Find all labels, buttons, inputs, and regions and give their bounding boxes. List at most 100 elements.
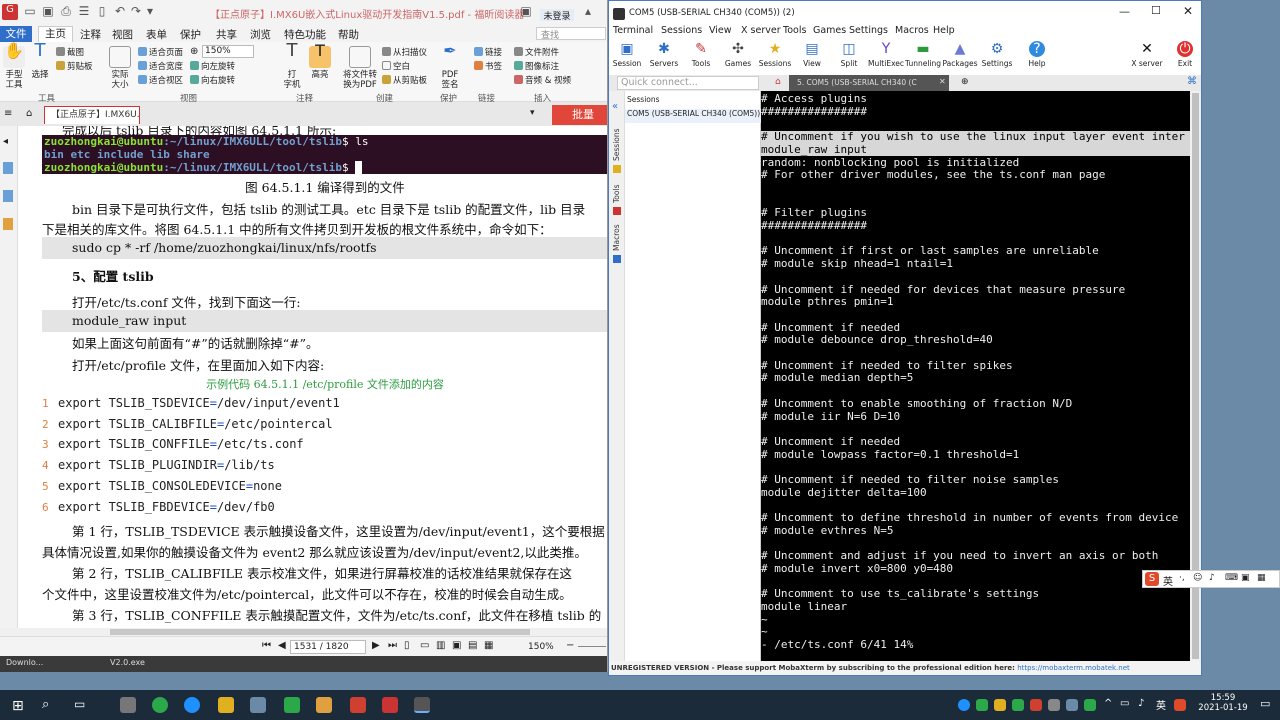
toolbox-icon[interactable]: ▦ [1257, 573, 1266, 583]
attachments-panel-icon[interactable] [3, 218, 13, 230]
next-page-icon[interactable]: ▶ [372, 640, 380, 651]
keyboard-icon[interactable]: ⌨ [1225, 573, 1238, 583]
sogou-icon[interactable]: S [1145, 572, 1159, 586]
volume-icon[interactable]: ♪ [1138, 698, 1144, 709]
app-icon[interactable] [316, 697, 332, 713]
fit-width-button[interactable]: 适合宽度 [138, 60, 183, 72]
first-page-icon[interactable]: ⏮ [262, 640, 271, 651]
undo-icon[interactable]: ↶ [112, 4, 128, 20]
image-annot-button[interactable]: 图像标注 [514, 60, 559, 72]
app-icon[interactable] [250, 697, 266, 713]
menu-macros[interactable]: Macros [895, 25, 929, 36]
facing-icon[interactable]: ▣ [452, 640, 461, 651]
account-icon[interactable]: ▣ [518, 4, 534, 20]
menu-view[interactable]: 视图 [112, 27, 133, 42]
tool-split[interactable]: ◫ Split [831, 41, 867, 68]
pages-panel-icon[interactable] [3, 190, 13, 202]
convert-button[interactable]: 将文件转 换为PDF [342, 46, 378, 90]
file-attach-button[interactable]: 文件附件 [514, 46, 559, 58]
start-icon[interactable]: ⊞ [12, 698, 24, 714]
menu-file[interactable]: 文件 [0, 26, 32, 42]
from-clipboard-button[interactable]: 从剪贴板 [382, 74, 427, 86]
network-icon[interactable]: ▭ [1120, 698, 1129, 709]
desktop-item[interactable]: V2.0.exe [110, 658, 145, 667]
tool-multiexec[interactable]: Y MultiExec [868, 41, 904, 68]
customize-icon[interactable]: ▾ [142, 4, 158, 20]
explorer-icon[interactable] [218, 697, 234, 713]
fit-view-button[interactable]: 适合视区 [138, 74, 183, 86]
notification-icon[interactable]: ▭ [1260, 697, 1270, 710]
tool-help[interactable]: ? Help [1019, 41, 1055, 68]
open-icon[interactable]: ▭ [22, 4, 38, 20]
new-tab-icon[interactable]: ⊕ [961, 77, 969, 87]
menu-comment[interactable]: 注释 [80, 27, 101, 42]
blank-button[interactable]: 空白 [382, 60, 410, 72]
fit-page-button[interactable]: 适合页面 [138, 46, 183, 58]
tool-view[interactable]: ▤ View [794, 41, 830, 68]
prev-page-icon[interactable]: ◀ [278, 640, 286, 651]
quick-connect-input[interactable]: Quick connect... [617, 76, 759, 90]
tool-packages[interactable]: ▲ Packages [942, 41, 978, 68]
menu-share[interactable]: 共享 [216, 27, 237, 42]
audio-video-button[interactable]: 音频 & 视频 [514, 74, 571, 86]
menu-protect[interactable]: 保护 [180, 27, 201, 42]
sogou-tray-icon[interactable] [1174, 699, 1186, 711]
tool-servers[interactable]: ✱ Servers [646, 41, 682, 68]
menu-games[interactable]: Games [813, 25, 846, 36]
menu-settings[interactable]: Settings [849, 25, 888, 36]
session-item[interactable]: COM5 (USB-SERIAL CH340 (COM5)) (2) [625, 109, 761, 123]
tool-sessions[interactable]: ★ Sessions [757, 41, 793, 68]
sidebar-tab-tools[interactable]: Tools [612, 185, 621, 203]
single-page-icon[interactable]: ▭ [420, 640, 429, 651]
app-green-icon[interactable] [152, 697, 168, 713]
attach-icon[interactable]: ⌘ [1187, 76, 1197, 87]
link-button[interactable]: 链接 [474, 46, 502, 58]
cover-icon[interactable]: ▤ [468, 640, 477, 651]
tray-icon[interactable] [1084, 699, 1096, 711]
hand-icon[interactable]: ☰ [76, 4, 92, 20]
ime-lang[interactable]: 英 [1163, 573, 1173, 588]
hand-tool-button[interactable]: ✋ 手型 工具 [0, 43, 28, 90]
home-tab-icon[interactable]: ⌂ [775, 77, 781, 87]
login-status[interactable]: 未登录 [540, 9, 574, 22]
select-button[interactable]: T 选择 [26, 42, 54, 81]
tool-settings[interactable]: ⚙ Settings [979, 41, 1015, 68]
actual-size-button[interactable]: 实际 大小 [106, 46, 134, 90]
camera-app-icon[interactable] [120, 697, 136, 713]
tab-dropdown-icon[interactable]: ▾ [530, 108, 535, 118]
rotate-left-button[interactable]: 向左旋转 [190, 60, 235, 72]
collapse-sidebar-icon[interactable]: « [612, 101, 618, 112]
tray-icon[interactable] [1066, 699, 1078, 711]
desktop-item[interactable]: Downlo... [6, 658, 43, 667]
sidebar-tab-sessions[interactable]: Sessions [612, 128, 621, 161]
terminal-output[interactable]: # Access plugins ################ # Uncomm… [761, 91, 1190, 661]
home-icon[interactable]: ⌂ [26, 108, 32, 119]
app-icon[interactable] [284, 697, 300, 713]
maximize-icon[interactable]: ☐ [1151, 4, 1161, 17]
zoom-slider[interactable] [578, 646, 606, 647]
clipboard-button[interactable]: 剪贴板 [56, 60, 93, 72]
mic-icon[interactable]: ♪ [1209, 573, 1215, 583]
document-tab[interactable]: 【正点原子】I.MX6U... [44, 106, 140, 124]
exit-button[interactable]: ⏻ Exit [1167, 41, 1203, 68]
menu-form[interactable]: 表单 [146, 27, 167, 42]
tool-tools[interactable]: ✎ Tools [683, 41, 719, 68]
menu-sessions[interactable]: Sessions [661, 25, 702, 36]
new-icon[interactable]: ▯ [94, 4, 110, 20]
pdf-sign-button[interactable]: ✒ PDF 签名 [436, 43, 464, 91]
tool-session[interactable]: ▣ Session [609, 41, 645, 68]
zoom-out-icon[interactable]: − [566, 640, 574, 651]
edge-icon[interactable] [184, 697, 200, 713]
tray-icon[interactable] [958, 699, 970, 711]
menu-help[interactable]: Help [933, 25, 955, 36]
highlight-button[interactable]: T 高亮 [306, 43, 334, 80]
skin-icon[interactable]: ▣ [1241, 573, 1250, 583]
tray-icon[interactable] [1012, 699, 1024, 711]
horizontal-scrollbar[interactable] [0, 628, 607, 636]
batch-button[interactable]: 批量 [552, 105, 607, 125]
last-page-icon[interactable]: ⏭ [388, 640, 397, 651]
menu-browse[interactable]: 浏览 [250, 27, 271, 42]
xserver-button[interactable]: ✕ X server [1129, 41, 1165, 68]
session-tab[interactable]: 5. COM5 (USB-SERIAL CH340 (C [789, 75, 949, 91]
save-icon[interactable]: ▣ [40, 4, 56, 20]
